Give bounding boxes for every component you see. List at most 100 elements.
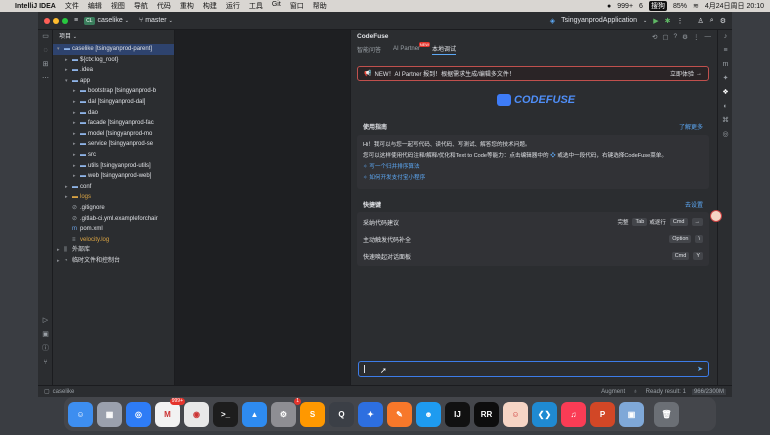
tab-ai-partner[interactable]: AI Partner [393, 46, 420, 52]
ready-status[interactable]: Ready result: 1 [646, 389, 686, 395]
history-icon[interactable]: ⟲ [652, 33, 657, 41]
dock-app-qq[interactable]: ☻ [416, 401, 441, 427]
chevron-right-icon[interactable]: ▸ [73, 129, 80, 140]
tree-item[interactable]: ▸ ▬ bootstrap [tsingyanprod-b [53, 86, 174, 97]
more-icon[interactable]: ⋮ [693, 33, 700, 41]
git-icon[interactable]: ⑂ [38, 356, 53, 370]
floating-avatar[interactable] [710, 210, 722, 222]
menu-item[interactable]: 视图 [111, 1, 125, 11]
app-name[interactable]: IntelliJ IDEA [15, 3, 56, 10]
run-tool-icon[interactable]: ▷ [38, 314, 53, 328]
chevron-down-icon[interactable]: ▾ [65, 76, 72, 87]
hamburger-icon[interactable]: ≡ [74, 17, 78, 24]
terminal-icon[interactable]: ▣ [38, 328, 53, 342]
problems-icon[interactable]: ⓘ [38, 342, 53, 356]
branch-switcher[interactable]: master [145, 17, 166, 24]
chevron-right-icon[interactable]: ▸ [57, 256, 64, 267]
menu-item[interactable]: Git [272, 1, 281, 11]
user-icon[interactable]: ♙ [698, 17, 704, 25]
chevron-right-icon[interactable]: ▸ [73, 161, 80, 172]
dock-app-finder[interactable]: ☺ [68, 401, 93, 427]
dock-app-quicktime[interactable]: Q [329, 401, 354, 427]
database-icon[interactable]: ≡ [718, 44, 732, 58]
tree-item[interactable]: ▾ ▬ caselike [tsingyanprod-parent] [53, 44, 174, 55]
settings-gear-icon[interactable]: ⚙ [720, 17, 726, 25]
memory-indicator[interactable]: 966/2300M [691, 388, 726, 395]
chat-input[interactable]: ➤ [358, 361, 709, 377]
dock-app-intellij[interactable]: IJ [445, 401, 470, 427]
tree-item[interactable]: ▾ ▬ app [53, 76, 174, 87]
copilot-icon[interactable]: ◎ [718, 128, 732, 142]
chevron-right-icon[interactable]: ▸ [73, 86, 80, 97]
chevron-right-icon[interactable]: ▸ [57, 245, 64, 256]
dock-app-rider[interactable]: RR [474, 401, 499, 427]
datetime[interactable]: 4月24日周日 20:10 [705, 1, 764, 11]
chevron-down-icon[interactable]: ▾ [57, 44, 64, 55]
menu-item[interactable]: 文件 [65, 1, 79, 11]
zoom-dot[interactable] [62, 17, 68, 24]
tree-item[interactable]: ▸ ▬ dao [53, 108, 174, 119]
help-icon[interactable]: ? [674, 33, 678, 41]
tree-item[interactable]: ⊘ .gitignore [53, 203, 174, 214]
dock-app-settings[interactable]: ⚙ 1 [271, 397, 301, 427]
input-method[interactable]: 搜狗 [648, 1, 667, 11]
dock-app-safari[interactable]: ◎ [126, 401, 151, 427]
minimize-icon[interactable]: — [705, 33, 712, 41]
tree-item[interactable]: ▸ ▬ utils [tsingyanprod-utils] [53, 161, 174, 172]
tree-item[interactable]: ▸ ▬ conf [53, 182, 174, 193]
tree-item[interactable]: ▸ ▬ service [tsingyanprod-se [53, 139, 174, 150]
tree-item[interactable]: m pom.xml [53, 224, 174, 235]
dock-app-chrome[interactable]: ◉ [184, 401, 209, 427]
tab-qa[interactable]: 智能问答 [357, 45, 381, 54]
gradle-icon[interactable]: ◐ [718, 100, 732, 114]
dock-app-sublime[interactable]: S [300, 401, 325, 427]
tab-local-debug[interactable]: 本地调试 [432, 44, 457, 55]
chevron-right-icon[interactable]: ▸ [73, 150, 80, 161]
tree-item[interactable]: ▸ ▬ ${ctx:log_root} [53, 55, 174, 66]
menu-item[interactable]: 运行 [226, 1, 240, 11]
project-panel-title[interactable]: 项目 [59, 34, 71, 40]
chevron-right-icon[interactable]: ▸ [65, 55, 72, 66]
wifi-icon[interactable]: ≋ [693, 2, 699, 10]
menu-item[interactable]: 工具 [249, 1, 263, 11]
tree-item[interactable]: ⊘ .gitlab-ci.yml.exampleforchair [53, 214, 174, 225]
dock-app-vpn[interactable]: ✦ [358, 401, 383, 427]
tree-item[interactable]: ▸ ⫼ 外部库 [53, 245, 174, 256]
dock-app-music[interactable]: ♫ [561, 401, 586, 427]
tree-item[interactable]: ▸ ▬ web [tsingyanprod-web] [53, 171, 174, 182]
tree-item[interactable]: ▸ ▬ src [53, 150, 174, 161]
maven-icon[interactable]: m [718, 58, 732, 72]
tree-item[interactable]: ▸ ▬ model [tsingyanprod-mo [53, 129, 174, 140]
debug-icon[interactable]: ✱ [665, 17, 671, 25]
badge-999[interactable]: 999+ [617, 3, 633, 10]
chevron-right-icon[interactable]: ▸ [65, 192, 72, 203]
menu-item[interactable]: 导航 [134, 1, 148, 11]
tree-item[interactable]: ▸ ▬ dal [tsingyanprod-dal] [53, 97, 174, 108]
endpoints-icon[interactable]: ⌘ [718, 114, 732, 128]
battery-level[interactable]: 85% [673, 3, 687, 10]
run-config-selector[interactable]: TsingyanprodApplication [561, 17, 637, 24]
dock-app-preview[interactable]: ▣ [619, 401, 644, 427]
send-icon[interactable]: ➤ [697, 365, 703, 373]
dock-app-trash[interactable]: 🗑 [654, 401, 679, 427]
more-icon[interactable]: ⋯ [38, 72, 53, 86]
dock-app-launchpad[interactable]: ▦ [97, 401, 122, 427]
menu-item[interactable]: 编辑 [88, 1, 102, 11]
commit-icon[interactable]: ◌ [38, 44, 53, 58]
search-icon[interactable]: ⌕ [710, 17, 714, 25]
tree-item[interactable]: ▸ ◔ 临时文件和控制台 [53, 256, 174, 267]
dock-app-gmail[interactable]: M 999+ [155, 397, 185, 427]
close-dot[interactable] [44, 17, 50, 24]
chevron-right-icon[interactable]: ▸ [73, 118, 80, 129]
menu-item[interactable]: 重构 [180, 1, 194, 11]
banner-try-link[interactable]: 立即体验 [670, 69, 694, 78]
guide-link-1-text[interactable]: 写一个归并排序算法 [369, 164, 419, 170]
new-chat-icon[interactable]: ▢ [662, 33, 668, 41]
tree-item[interactable]: ≡ velocity.log [53, 235, 174, 246]
menu-item[interactable]: 帮助 [313, 1, 327, 11]
run-icon[interactable]: ▶ [653, 17, 658, 25]
menu-item[interactable]: 代码 [157, 1, 171, 11]
augment-status[interactable]: Augment [601, 389, 625, 395]
structure-icon[interactable]: ⊞ [38, 58, 53, 72]
record-icon[interactable]: ● [607, 3, 611, 10]
